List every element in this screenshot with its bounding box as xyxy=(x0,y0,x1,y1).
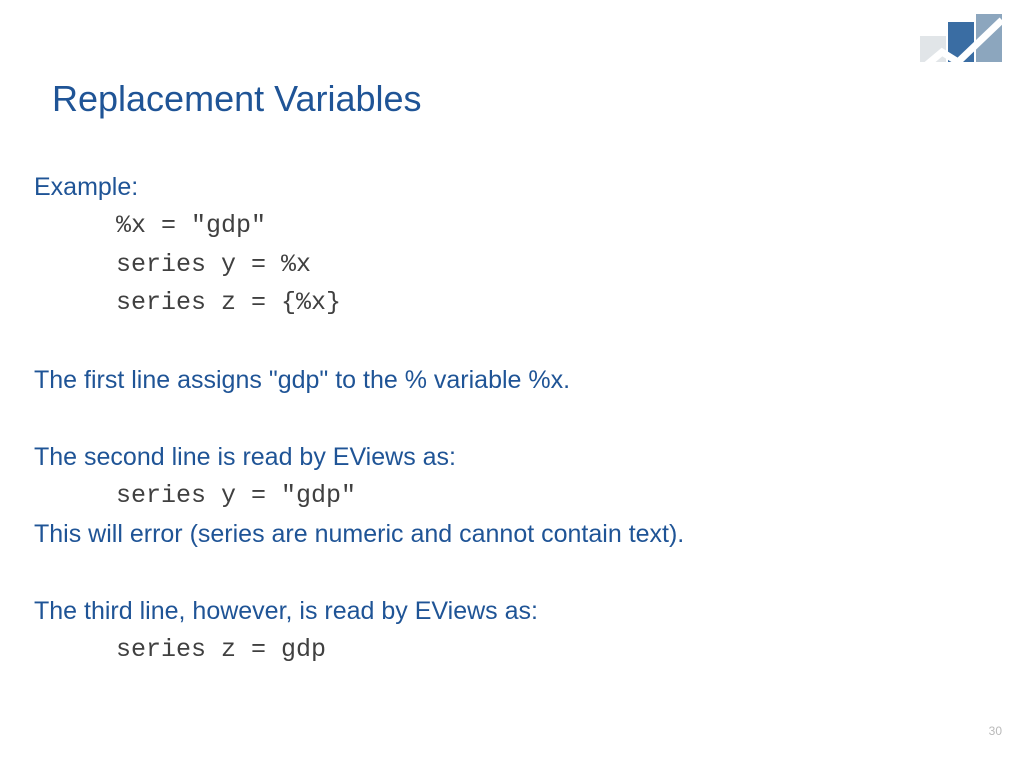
paragraph-4: The third line, however, is read by EVie… xyxy=(34,592,990,631)
code-line-3: series z = {%x} xyxy=(116,284,990,323)
code-line-4: series y = "gdp" xyxy=(116,477,990,516)
code-line-2: series y = %x xyxy=(116,246,990,285)
paragraph-2: The second line is read by EViews as: xyxy=(34,438,990,477)
slide-title: Replacement Variables xyxy=(52,78,990,120)
code-line-5: series z = gdp xyxy=(116,631,990,670)
page-number: 30 xyxy=(989,724,1002,738)
paragraph-1: The first line assigns "gdp" to the % va… xyxy=(34,361,990,400)
code-line-1: %x = "gdp" xyxy=(116,207,990,246)
slide: Replacement Variables Example: %x = "gdp… xyxy=(0,0,1024,768)
logo-chart-icon xyxy=(918,14,1004,84)
example-label: Example: xyxy=(34,168,990,207)
paragraph-3: This will error (series are numeric and … xyxy=(34,515,990,554)
slide-body: Example: %x = "gdp" series y = %x series… xyxy=(34,168,990,670)
